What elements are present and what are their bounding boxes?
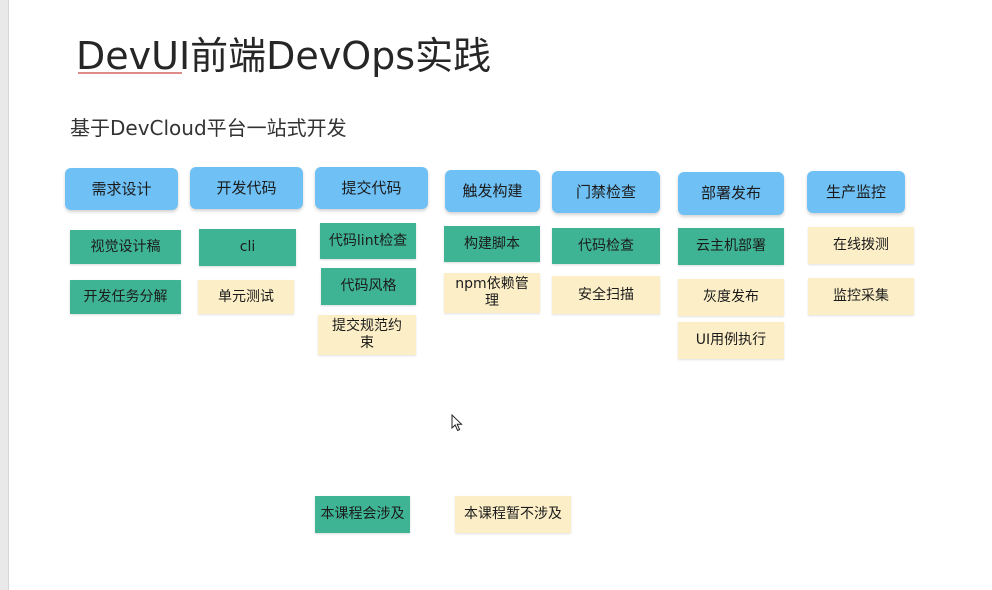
stage-header-monitor: 生产监控	[807, 171, 905, 213]
task-code-style: 代码风格	[321, 268, 416, 305]
task-monitor-collect: 监控采集	[808, 278, 914, 315]
stage-header-deploy: 部署发布	[678, 172, 784, 215]
task-cloud-deploy: 云主机部署	[678, 228, 784, 265]
task-commit-convention: 提交规范约束	[318, 315, 416, 355]
task-ui-testcase: UI用例执行	[678, 322, 784, 359]
mouse-cursor-icon	[451, 414, 463, 432]
stage-header-develop: 开发代码	[190, 167, 303, 209]
task-code-check: 代码检查	[552, 228, 660, 264]
window-left-edge	[0, 0, 9, 590]
task-visual-design: 视觉设计稿	[70, 230, 181, 264]
task-lint-check: 代码lint检查	[320, 223, 416, 259]
stage-header-requirements: 需求设计	[65, 168, 178, 210]
slide-subtitle: 基于DevCloud平台一站式开发	[70, 116, 347, 140]
task-build-script: 构建脚本	[444, 226, 540, 262]
task-breakdown: 开发任务分解	[70, 280, 181, 314]
task-cli: cli	[199, 229, 296, 266]
task-unit-test: 单元测试	[198, 280, 294, 314]
legend-not-covered: 本课程暂不涉及	[455, 496, 571, 533]
task-online-probe: 在线拨测	[808, 227, 914, 264]
task-canary-release: 灰度发布	[678, 279, 784, 316]
task-npm-deps: npm依赖管理	[444, 273, 540, 313]
spellcheck-underline	[78, 72, 182, 74]
stage-header-build: 触发构建	[445, 170, 540, 212]
slide-title: DevUI前端DevOps实践	[76, 34, 492, 78]
stage-header-commit: 提交代码	[315, 167, 428, 209]
stage-header-gate: 门禁检查	[552, 171, 660, 213]
legend-covered: 本课程会涉及	[315, 496, 410, 533]
task-security-scan: 安全扫描	[552, 276, 660, 314]
